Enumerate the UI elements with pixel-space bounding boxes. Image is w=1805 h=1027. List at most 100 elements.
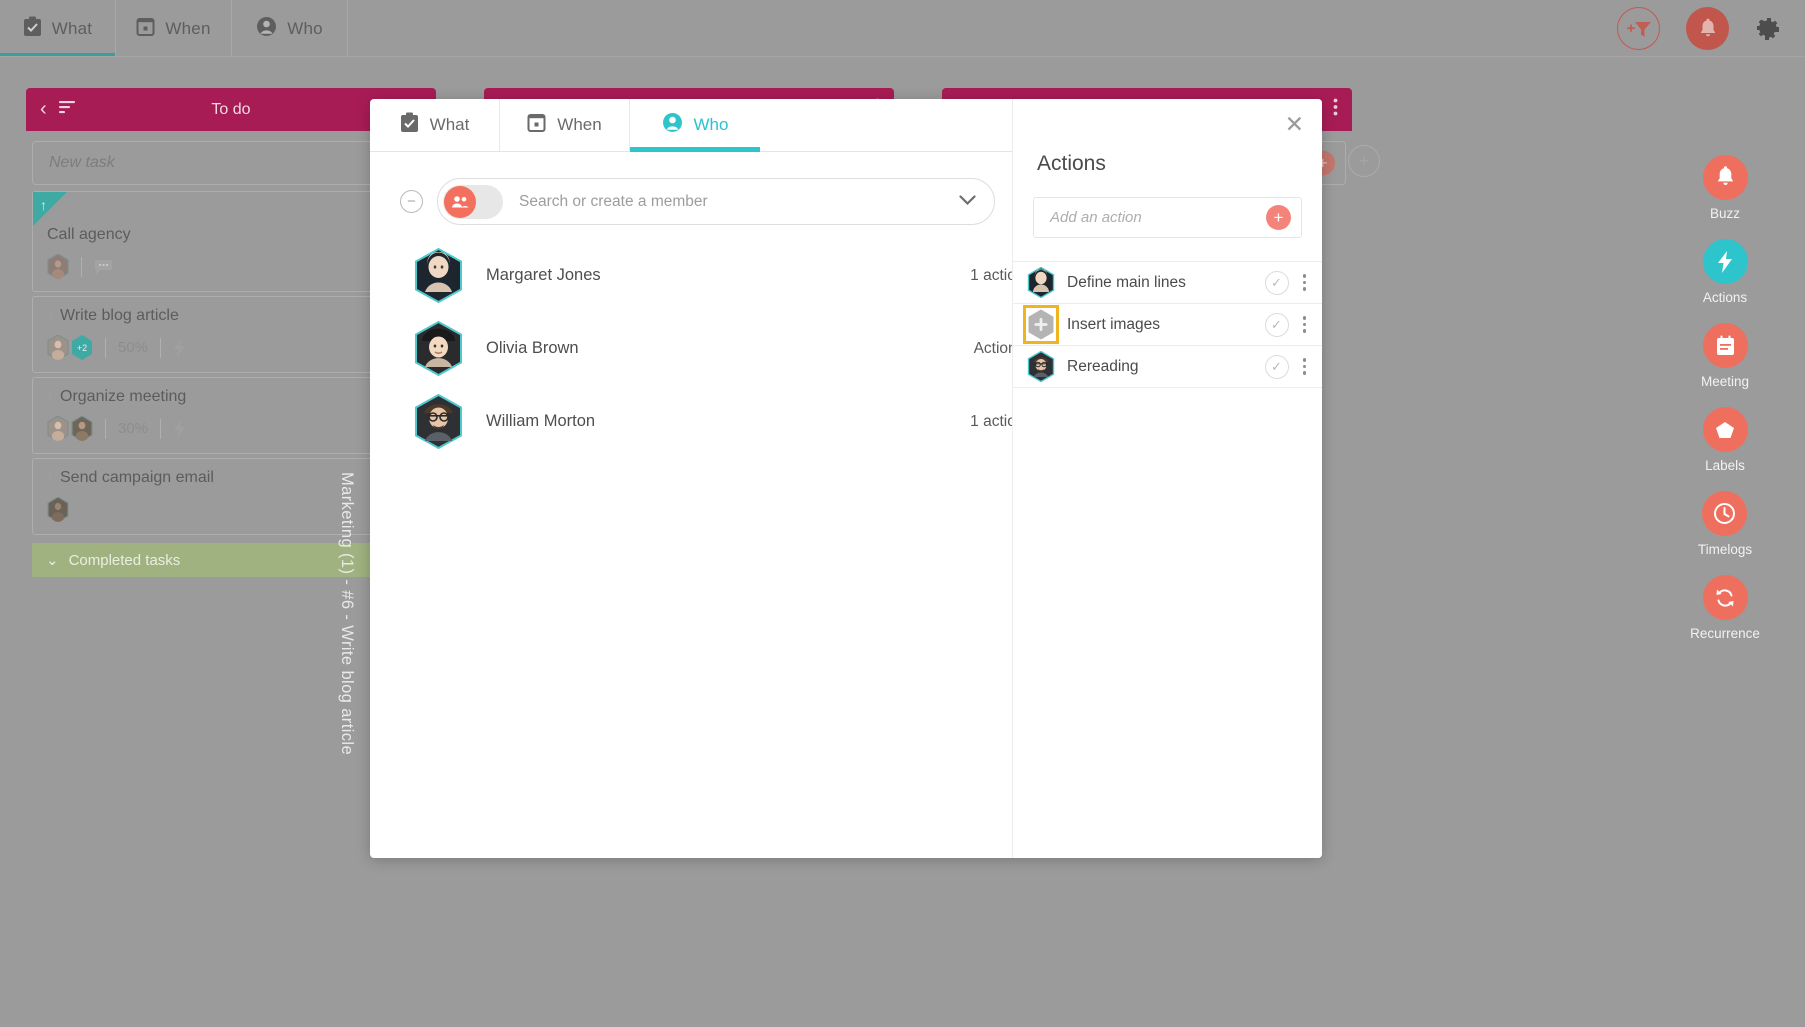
refresh-icon <box>1702 575 1748 620</box>
action-menu-icon[interactable] <box>1299 354 1311 379</box>
priority-arrow-icon: ↑ <box>40 197 47 213</box>
task-title: Call agency <box>47 226 415 244</box>
top-tab-when[interactable]: When <box>116 0 232 57</box>
member-name: William Morton <box>486 412 596 430</box>
rail-item-meeting[interactable]: Meeting <box>1701 323 1749 389</box>
avatar <box>1027 267 1055 298</box>
member-modal: What When Who − Search or create a membe… <box>370 99 1322 858</box>
rail-item-recurrence[interactable]: Recurrence <box>1690 575 1760 641</box>
member-name: Margaret Jones <box>486 266 601 284</box>
divider <box>105 337 106 358</box>
task-title-text: Organize meeting <box>60 388 187 405</box>
chevron-down-icon[interactable] <box>958 193 976 210</box>
action-name: Rereading <box>1067 357 1139 375</box>
action-row[interactable]: Rereading ✓ <box>1013 346 1322 388</box>
notifications-button[interactable] <box>1686 7 1729 50</box>
rail-item-labels[interactable]: Labels <box>1702 407 1748 473</box>
settings-button[interactable] <box>1755 16 1781 42</box>
task-title: ↑ Organize meeting <box>47 388 415 406</box>
avatar <box>47 335 69 360</box>
top-bar-divider <box>0 56 1805 57</box>
top-tab-bar: What When Who <box>0 0 348 57</box>
top-tab-label: Who <box>287 18 323 38</box>
clipboard-check-icon <box>23 16 42 42</box>
bell-icon <box>1702 155 1748 200</box>
bolt-icon <box>174 338 186 357</box>
check-icon[interactable]: ✓ <box>1264 270 1289 295</box>
person-circle-icon <box>662 112 683 138</box>
chevron-down-icon: ⌄ <box>46 552 59 569</box>
completed-tasks-label: Completed tasks <box>68 551 181 569</box>
calendar-icon <box>136 16 155 42</box>
members-icon <box>444 185 476 218</box>
top-tab-label: When <box>165 18 211 38</box>
column-menu-icon[interactable] <box>1333 98 1338 121</box>
modal-tab-who[interactable]: Who <box>630 99 760 152</box>
divider <box>160 337 162 358</box>
avatar <box>415 248 462 303</box>
top-bar-actions <box>1617 0 1805 57</box>
priority-arrow-icon: ↑ <box>47 308 54 324</box>
task-title-text: Write blog article <box>60 307 179 324</box>
action-name: Define main lines <box>1067 273 1186 291</box>
task-progress: 30% <box>118 420 149 437</box>
rail-label: Recurrence <box>1690 626 1760 641</box>
new-task-placeholder: New task <box>49 154 115 171</box>
rail-item-buzz[interactable]: Buzz <box>1702 155 1748 221</box>
rail-label: Meeting <box>1700 374 1750 389</box>
search-input[interactable]: Search or create a member <box>437 178 995 225</box>
task-title-text: Call agency <box>47 226 131 243</box>
avatar <box>1027 351 1055 382</box>
add-assignee-icon[interactable] <box>1023 305 1059 344</box>
add-filter-icon <box>1626 21 1651 37</box>
calendar-icon <box>527 112 546 138</box>
rail-label: Timelogs <box>1697 542 1753 557</box>
priority-corner <box>33 192 67 226</box>
avatar <box>415 321 462 376</box>
task-meta <box>47 497 415 522</box>
avatar <box>47 254 69 279</box>
action-name: Insert images <box>1067 315 1161 333</box>
task-meta: 30% <box>47 416 415 441</box>
top-tab-who[interactable]: Who <box>232 0 348 57</box>
priority-arrow-icon: ↑ <box>47 470 54 486</box>
modal-tab-label: Who <box>693 115 729 134</box>
modal-tab-label: When <box>557 115 602 134</box>
modal-tab-label: What <box>429 115 470 134</box>
top-tab-what[interactable]: What <box>0 0 116 57</box>
add-action-input[interactable]: Add an action + <box>1033 197 1302 238</box>
minus-circle-icon[interactable]: − <box>400 190 423 213</box>
rail-label: Buzz <box>1709 206 1740 221</box>
action-row[interactable]: Define main lines ✓ <box>1013 262 1322 304</box>
top-bar: What When Who <box>0 0 1805 57</box>
divider <box>105 418 106 439</box>
check-icon[interactable]: ✓ <box>1264 312 1289 337</box>
priority-arrow-icon: ↑ <box>47 389 54 405</box>
svg-text:+2: +2 <box>77 343 87 353</box>
clock-icon <box>1702 491 1748 536</box>
collapse-column-icon[interactable]: ‹ <box>40 98 47 121</box>
task-progress: 50% <box>118 339 149 356</box>
members-toggle[interactable] <box>443 184 503 219</box>
search-placeholder: Search or create a member <box>519 192 708 210</box>
check-icon[interactable]: ✓ <box>1264 354 1289 379</box>
plus-circle-icon[interactable]: + <box>1266 205 1291 230</box>
task-meta <box>47 254 415 279</box>
rail-label: Actions <box>1702 290 1748 305</box>
modal-tab-when[interactable]: When <box>500 99 630 151</box>
calendar-note-icon <box>1702 323 1748 368</box>
app-root: ‹ To do New task ↑ Call agency ↑ Write b… <box>0 0 1805 1027</box>
rail-item-timelogs[interactable]: Timelogs <box>1698 491 1752 557</box>
sort-icon[interactable] <box>58 100 77 119</box>
rail-item-actions[interactable]: Actions <box>1702 239 1748 305</box>
action-row-selected[interactable]: Insert images ✓ <box>1013 304 1322 346</box>
add-action-placeholder: Add an action <box>1050 209 1142 226</box>
modal-tab-what[interactable]: What <box>370 99 500 151</box>
action-menu-icon[interactable] <box>1299 270 1311 295</box>
close-icon[interactable]: ✕ <box>1285 113 1304 136</box>
add-column-button[interactable]: + <box>1348 145 1380 177</box>
add-filter-button[interactable] <box>1617 7 1660 50</box>
action-menu-icon[interactable] <box>1299 312 1311 337</box>
tag-icon <box>1702 407 1748 452</box>
avatar-extra-count: +2 <box>72 335 92 360</box>
